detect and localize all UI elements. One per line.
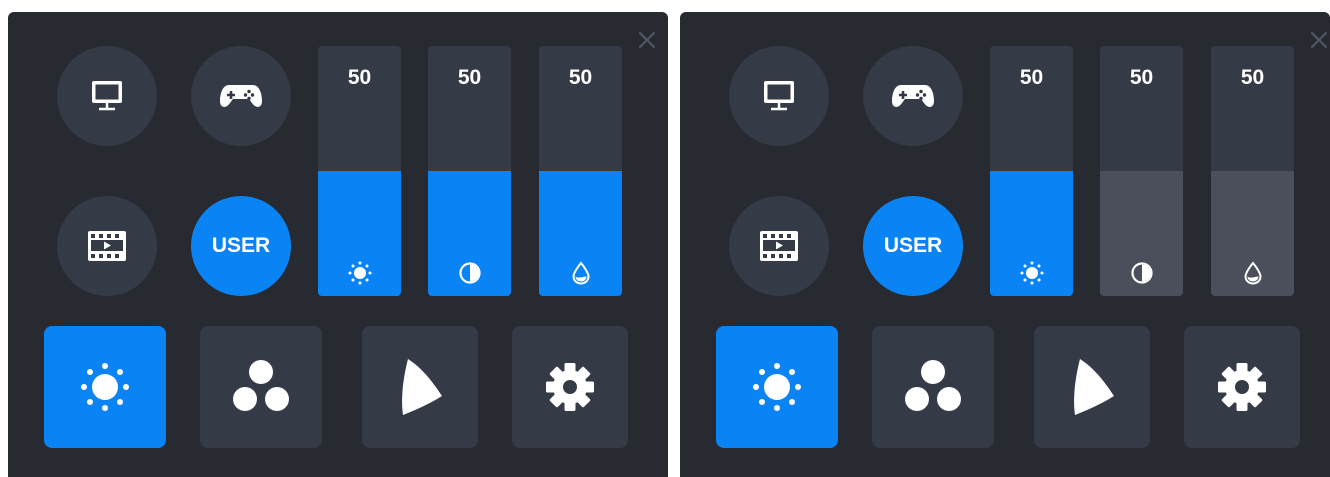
brightness-tab-icon <box>749 359 805 415</box>
settings-gear-icon <box>1215 360 1269 414</box>
tab-color[interactable] <box>872 326 994 448</box>
user-mode-label: USER <box>211 234 271 257</box>
slider-value: 50 <box>568 66 593 89</box>
close-icon[interactable] <box>1307 28 1330 52</box>
brightness-tab-icon <box>77 359 133 415</box>
movie-icon <box>759 230 799 262</box>
slider-value: 50 <box>347 66 372 89</box>
saturation-slider[interactable]: 50 <box>1211 46 1294 296</box>
osd-panel-1: USER 50 50 50 <box>8 12 668 477</box>
mode-standard-button[interactable] <box>729 46 829 146</box>
contrast-slider[interactable]: 50 <box>428 46 511 296</box>
color-dots-icon <box>231 359 291 415</box>
mode-user-button[interactable]: USER <box>191 196 291 296</box>
tab-gamma[interactable] <box>362 326 478 448</box>
slider-value: 50 <box>457 66 482 89</box>
gamepad-icon <box>219 81 263 111</box>
contrast-icon <box>1129 260 1155 286</box>
mode-game-button[interactable] <box>863 46 963 146</box>
settings-gear-icon <box>543 360 597 414</box>
brightness-icon <box>347 260 373 286</box>
saturation-icon <box>1240 260 1266 286</box>
monitor-icon <box>761 78 797 114</box>
brightness-icon <box>1019 260 1045 286</box>
contrast-icon <box>457 260 483 286</box>
brightness-slider[interactable]: 50 <box>318 46 401 296</box>
gamma-icon <box>1068 357 1116 417</box>
saturation-icon <box>568 260 594 286</box>
color-dots-icon <box>903 359 963 415</box>
mode-standard-button[interactable] <box>57 46 157 146</box>
mode-movie-button[interactable] <box>57 196 157 296</box>
tab-gamma[interactable] <box>1034 326 1150 448</box>
saturation-slider[interactable]: 50 <box>539 46 622 296</box>
tab-settings[interactable] <box>1184 326 1300 448</box>
mode-game-button[interactable] <box>191 46 291 146</box>
tab-color[interactable] <box>200 326 322 448</box>
gamepad-icon <box>891 81 935 111</box>
tab-brightness[interactable] <box>716 326 838 448</box>
mode-user-button[interactable]: USER <box>863 196 963 296</box>
close-icon[interactable] <box>635 28 659 52</box>
slider-value: 50 <box>1019 66 1044 89</box>
monitor-icon <box>89 78 125 114</box>
movie-icon <box>87 230 127 262</box>
slider-value: 50 <box>1240 66 1265 89</box>
gamma-icon <box>396 357 444 417</box>
mode-movie-button[interactable] <box>729 196 829 296</box>
contrast-slider[interactable]: 50 <box>1100 46 1183 296</box>
osd-panel-2: USER 50 50 50 <box>680 12 1330 477</box>
tab-settings[interactable] <box>512 326 628 448</box>
slider-value: 50 <box>1129 66 1154 89</box>
brightness-slider[interactable]: 50 <box>990 46 1073 296</box>
tab-brightness[interactable] <box>44 326 166 448</box>
user-mode-label: USER <box>883 234 943 257</box>
